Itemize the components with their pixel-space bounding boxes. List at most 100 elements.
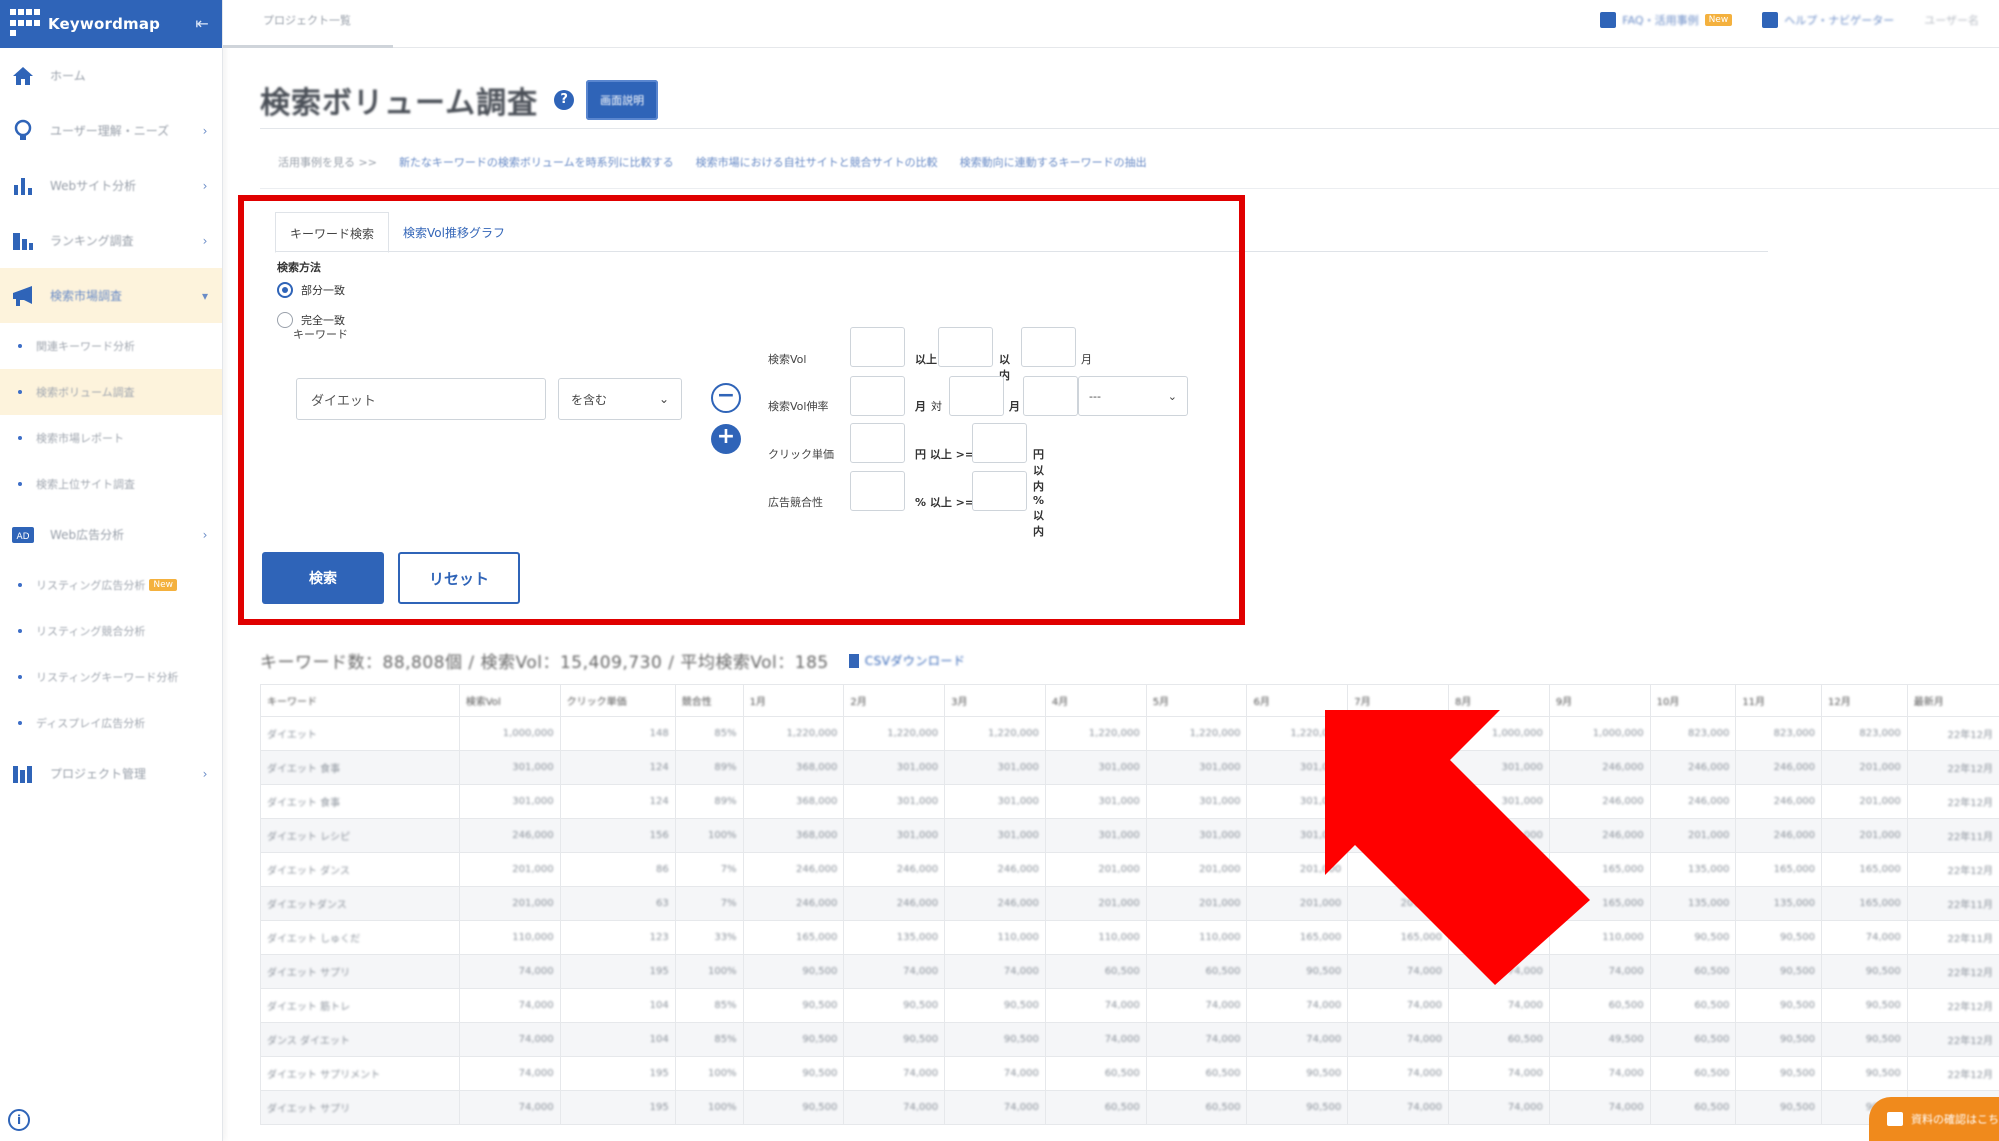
column-header[interactable]: 2月 xyxy=(843,684,946,717)
column-header[interactable]: 11月 xyxy=(1735,684,1823,717)
table-row[interactable]: ダイエット 食事 301,000 124 89% 368,000 301,000 301,0… xyxy=(260,784,1999,819)
sidebar-subitem-1-0[interactable]: 関連キーワード分析 xyxy=(0,323,222,369)
table-cell: 110,000 xyxy=(1145,920,1248,955)
sidebar-subitem-1-2[interactable]: 検索市場レポート xyxy=(0,415,222,461)
table-cell: 90,500 xyxy=(1735,1022,1823,1057)
case-link-1[interactable]: 新たなキーワードの検索ボリュームを時系列に比較する xyxy=(399,154,674,170)
table-cell: 165,000 xyxy=(742,920,845,955)
csv-download-link[interactable]: CSVダウンロード xyxy=(848,652,966,669)
sidebar-item-4[interactable]: 検索市場調査 ▾ xyxy=(0,268,222,323)
chat-button[interactable]: 資料の確認はこちら xyxy=(1869,1097,1999,1141)
sidebar-item-label: 検索市場調査 xyxy=(50,289,123,303)
table-cell: 301,000 xyxy=(944,750,1046,785)
table-cell: 301,000 xyxy=(1145,750,1248,785)
sidebar-subitem-2-3[interactable]: ディスプレイ広告分析 xyxy=(0,700,222,746)
table-cell: 124 xyxy=(559,784,676,819)
table-cell: 246,000 xyxy=(1735,784,1823,819)
keyword-cell[interactable]: ダイエット サプリ xyxy=(260,954,460,989)
table-row[interactable]: ダンス ダイエット 74,000 104 85% 90,500 90,500 90,500 7… xyxy=(260,1022,1999,1057)
keyword-cell[interactable]: ダイエット 筋トレ xyxy=(260,988,460,1023)
table-row[interactable]: ダイエットダンス 201,000 63 7% 246,000 246,000 246,000… xyxy=(260,886,1999,921)
download-icon xyxy=(848,653,859,668)
table-cell: 90,500 xyxy=(1821,954,1908,989)
logo-icon xyxy=(10,9,40,39)
faq-icon xyxy=(1600,12,1617,28)
column-header[interactable]: 4月 xyxy=(1044,684,1147,717)
sidebar-item-label: プロジェクト管理 xyxy=(50,767,147,781)
faq-link[interactable]: FAQ・活用事例 New xyxy=(1600,12,1733,28)
table-row[interactable]: ダイエット しゅくだ 110,000 123 33% 165,000 135,000 110… xyxy=(260,920,1999,955)
keyword-cell[interactable]: ダイエット 食事 xyxy=(260,750,460,785)
table-cell: 74,000 xyxy=(1448,988,1550,1023)
keyword-cell[interactable]: ダイエット しゅくだ xyxy=(260,920,460,955)
sidebar-item-0[interactable]: ホーム xyxy=(0,48,222,103)
column-header[interactable]: 1月 xyxy=(742,684,845,717)
column-header[interactable]: クリック単価 xyxy=(559,684,676,717)
sidebar-item-label: ホーム xyxy=(50,69,86,83)
ranking-icon xyxy=(10,228,36,254)
keyword-cell[interactable]: ダイエット xyxy=(260,716,460,751)
sidebar-item-2[interactable]: Webサイト分析 › xyxy=(0,158,222,213)
question-icon[interactable]: ? xyxy=(554,90,575,110)
table-cell: 60,500 xyxy=(1044,954,1147,989)
sidebar-item-proj-0[interactable]: プロジェクト管理 › xyxy=(0,746,222,801)
results-table: キーワード 検索Vol クリック単価 競合性 1月 2月 3月 4月 5月 6月 7月 8月 9月 10月… xyxy=(260,684,1999,1125)
keyword-cell[interactable]: ダイエット サプリ xyxy=(260,1090,460,1125)
keyword-cell[interactable]: ダンス ダイエット xyxy=(260,1022,460,1057)
bullet-icon xyxy=(18,436,22,440)
table-cell: 368,000 xyxy=(742,750,845,785)
logo-text: Keywordmap xyxy=(48,15,161,33)
highlight-frame xyxy=(238,195,1245,625)
collapse-icon[interactable]: ⇤ xyxy=(192,14,212,34)
keyword-cell[interactable]: ダイエット レシピ xyxy=(260,818,460,853)
table-cell: 74,000 xyxy=(944,1056,1046,1091)
table-cell: 195 xyxy=(559,1090,676,1125)
tab-project-list[interactable]: プロジェクト一覧 xyxy=(223,0,393,48)
sidebar-item-3[interactable]: ランキング調査 › xyxy=(0,213,222,268)
column-header[interactable]: 12月 xyxy=(1821,684,1908,717)
sidebar-item-ad-0[interactable]: AD Web広告分析 › xyxy=(0,507,222,562)
user-menu[interactable]: ユーザー名 xyxy=(1924,12,1979,28)
table-row[interactable]: ダイエット サプリメント 74,000 195 100% 90,500 74,000 74,… xyxy=(260,1056,1999,1091)
help-link[interactable]: ヘルプ・ナビゲーター xyxy=(1762,12,1894,28)
table-row[interactable]: ダイエット 食事 301,000 124 89% 368,000 301,000 301,0… xyxy=(260,750,1999,785)
case-link-3[interactable]: 検索動向に連動するキーワードの抽出 xyxy=(960,154,1147,170)
sidebar-subitem-1-3[interactable]: 検索上位サイト調査 xyxy=(0,461,222,507)
column-header[interactable]: 検索Vol xyxy=(458,684,561,717)
table-cell: 74,000 xyxy=(1448,1090,1550,1125)
logo-bar[interactable]: Keywordmap ⇤ xyxy=(0,0,222,48)
sidebar-subitem-2-1[interactable]: リスティング競合分析 xyxy=(0,608,222,654)
table-row[interactable]: ダイエット 筋トレ 74,000 104 85% 90,500 90,500 90,500 7… xyxy=(260,988,1999,1023)
table-row[interactable]: ダイエット レシピ 246,000 156 100% 368,000 301,000 301… xyxy=(260,818,1999,853)
keyword-cell[interactable]: ダイエット 食事 xyxy=(260,784,460,819)
table-cell: 74,000 xyxy=(1145,988,1248,1023)
table-cell: 90,500 xyxy=(742,1022,845,1057)
column-header[interactable]: 競合性 xyxy=(674,684,744,717)
table-row[interactable]: ダイエット 1,000,000 148 85% 1,220,000 1,220,000 1,… xyxy=(260,716,1999,751)
keyword-cell[interactable]: ダイエットダンス xyxy=(260,886,460,921)
red-arrow-icon xyxy=(1325,710,1590,985)
table-row[interactable]: ダイエット ダンス 201,000 86 7% 246,000 246,000 246,00… xyxy=(260,852,1999,887)
keyword-cell[interactable]: ダイエット サプリメント xyxy=(260,1056,460,1091)
column-header[interactable]: 3月 xyxy=(944,684,1046,717)
table-cell: 1,220,000 xyxy=(843,716,946,751)
table-cell: 22年12月 xyxy=(1906,750,1999,785)
table-row[interactable]: ダイエット サプリ 74,000 195 100% 90,500 74,000 74,000… xyxy=(260,954,1999,989)
column-header[interactable]: 最新月 xyxy=(1906,684,1999,717)
table-cell: 823,000 xyxy=(1821,716,1908,751)
sidebar-subitem-2-2[interactable]: リスティングキーワード分析 xyxy=(0,654,222,700)
case-link-2[interactable]: 検索市場における自社サイトと競合サイトの比較 xyxy=(696,154,938,170)
app-root: Keywordmap ⇤ ホームユーザー理解・ニーズ › Webサイト分析 › ランキン… xyxy=(0,0,1999,1141)
column-header[interactable]: キーワード xyxy=(260,684,460,717)
column-header[interactable]: 5月 xyxy=(1145,684,1248,717)
table-cell: 100% xyxy=(674,1090,744,1125)
sidebar-subitem-1-1[interactable]: 検索ボリューム調査 xyxy=(0,369,222,415)
keyword-cell[interactable]: ダイエット ダンス xyxy=(260,852,460,887)
table-cell: 60,500 xyxy=(1145,1056,1248,1091)
info-icon[interactable]: i xyxy=(8,1109,30,1131)
screen-guide-button[interactable]: 画面説明 xyxy=(586,80,659,120)
sidebar-item-1[interactable]: ユーザー理解・ニーズ › xyxy=(0,103,222,158)
sidebar-subitem-2-0[interactable]: リスティング広告分析 New xyxy=(0,562,222,608)
table-row[interactable]: ダイエット サプリ 74,000 195 100% 90,500 74,000 74,000… xyxy=(260,1090,1999,1125)
table-cell: 74,000 xyxy=(1448,1056,1550,1091)
